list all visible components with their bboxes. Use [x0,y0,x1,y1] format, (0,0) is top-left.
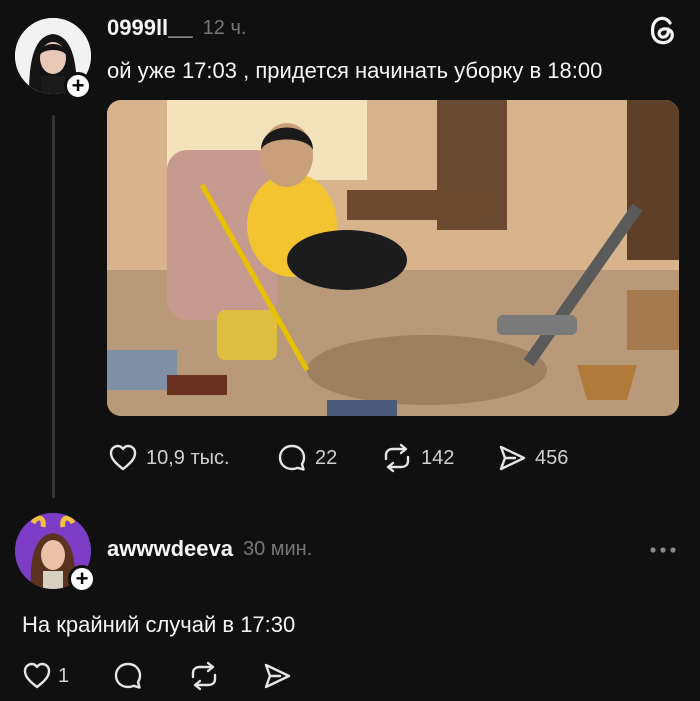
heart-icon [109,444,137,471]
reply-time: 30 мин. [242,537,313,560]
reply-like-button[interactable]: 1 [22,660,69,692]
share-icon [264,663,291,689]
repost-icon [384,443,410,473]
like-count: 10,9 тыс. [146,446,230,469]
reply-username[interactable]: awwwdeeva [107,536,233,562]
share-count: 456 [535,446,569,469]
comment-icon [114,662,142,689]
reply-header: awwwdeeva 30 мин. [107,534,312,564]
reply-share-button[interactable] [262,660,292,692]
post-text: ой уже 17:03 , придется начинать уборку … [107,58,603,83]
comment-button[interactable]: 22 [277,442,337,474]
post-header: 0999ll__ 12 ч. [107,12,246,44]
more-icon[interactable] [648,540,678,560]
repost-button[interactable]: 142 [381,442,454,474]
repost-icon [191,661,217,691]
reply-like-count: 1 [58,664,70,687]
repost-count: 142 [421,446,455,469]
like-button[interactable]: 10,9 тыс. [108,442,230,474]
post-image[interactable] [107,100,679,416]
reply-follow-plus-icon[interactable]: + [68,565,96,593]
threads-logo-icon[interactable] [646,13,680,47]
post-time: 12 ч. [202,16,247,39]
reply-comment-button[interactable] [113,660,143,692]
comment-count: 22 [315,446,338,469]
thread-line [52,115,55,498]
follow-plus-icon[interactable]: + [64,72,92,100]
heart-icon [23,662,51,689]
post-username[interactable]: 0999ll__ [107,15,193,41]
share-button[interactable]: 456 [497,442,568,474]
share-icon [499,445,526,471]
reply-text: На крайний случай в 17:30 [22,612,296,637]
reply-repost-button[interactable] [188,660,220,692]
comment-icon [278,444,306,471]
